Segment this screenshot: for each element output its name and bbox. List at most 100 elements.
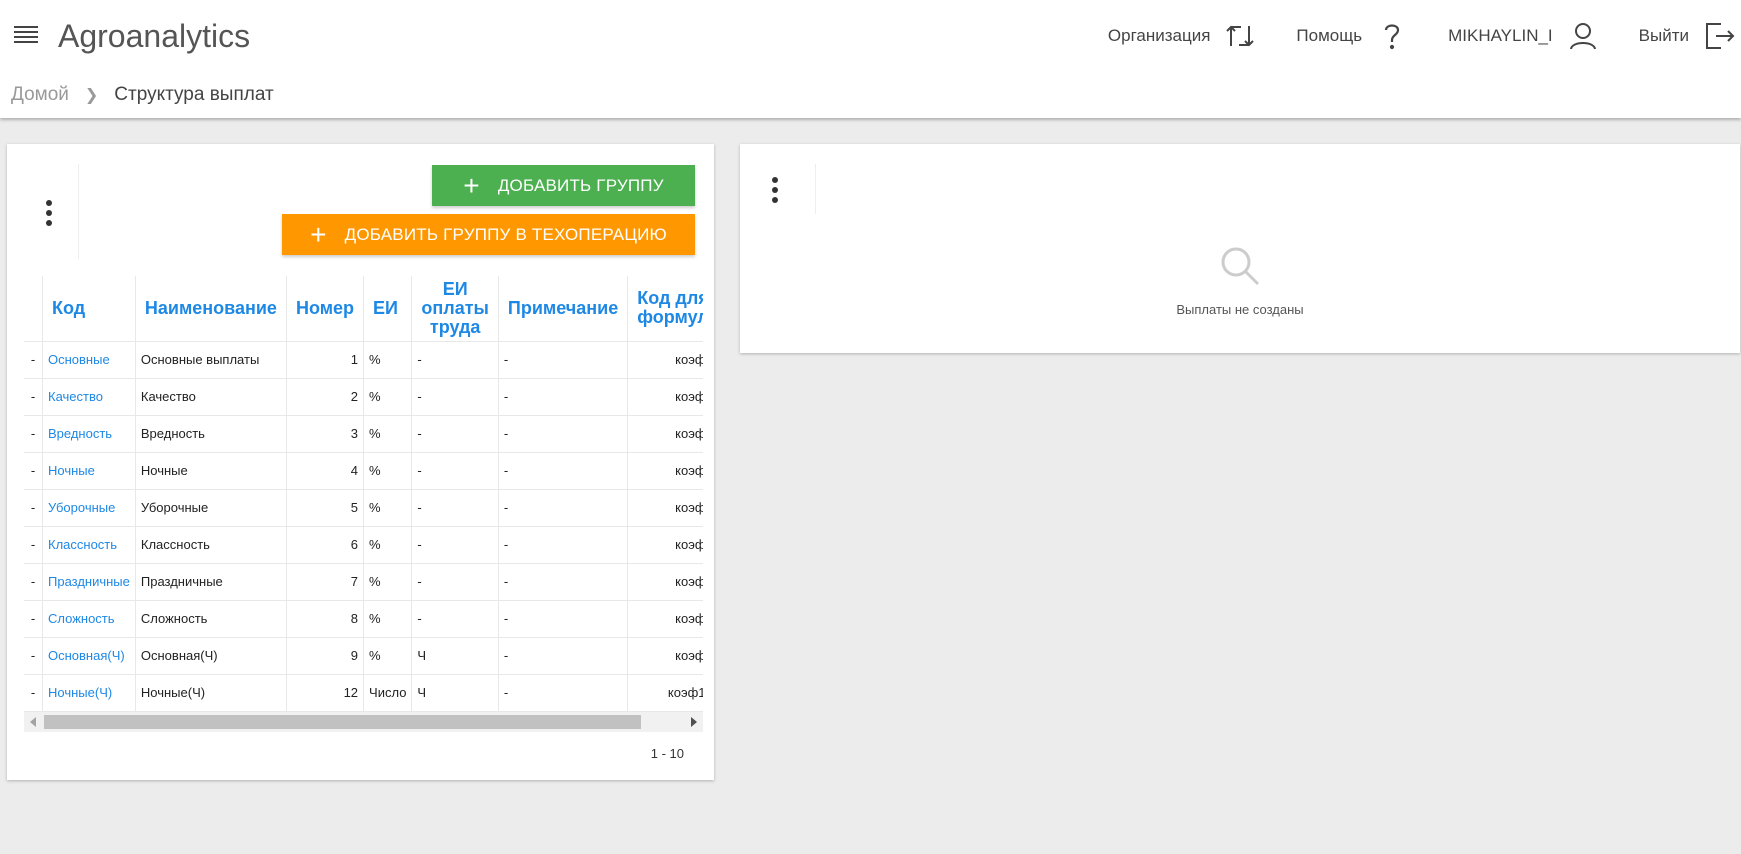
column-header-number[interactable]: Номер — [286, 276, 365, 342]
row-note: - — [498, 674, 629, 712]
row-code-link[interactable]: Сложность — [42, 600, 136, 638]
column-header-pay-unit[interactable]: ЕИ оплаты труда — [411, 276, 499, 342]
chevron-right-icon: ❯ — [84, 87, 99, 104]
row-note: - — [498, 563, 629, 601]
row-code-link[interactable]: Уборочные — [42, 489, 136, 527]
help-link[interactable]: Помощь — [1296, 20, 1408, 52]
row-name: Праздничные — [135, 563, 287, 601]
row-unit: Число — [363, 674, 413, 712]
row-code-link[interactable]: Ночные(Ч) — [42, 674, 136, 712]
table-row[interactable]: -КлассностьКлассность6%--коэф6 — [24, 526, 703, 564]
row-number: 5 — [286, 489, 365, 527]
row-number: 9 — [286, 637, 365, 675]
top-nav: Организация Помощь MIKHAYLIN_I Выйти — [1108, 16, 1741, 56]
user-icon — [1569, 23, 1596, 50]
groups-table-wrapper: Код Наименование Номер ЕИ ЕИ оплаты труд… — [24, 276, 703, 712]
app-title: Agroanalytics — [58, 18, 251, 54]
add-group-techop-button[interactable]: + ДОБАВИТЬ ГРУППУ В ТЕХОПЕРАЦИЮ — [282, 214, 695, 255]
table-row[interactable]: -Основная(Ч)Основная(Ч)9%Ч-коэф9 — [24, 637, 703, 675]
help-label: Помощь — [1296, 26, 1363, 45]
row-code-link[interactable]: Ночные — [42, 452, 136, 490]
breadcrumb-current: Структура выплат — [114, 84, 274, 105]
table-row[interactable]: -НочныеНочные4%--коэф4 — [24, 452, 703, 490]
add-group-button[interactable]: + ДОБАВИТЬ ГРУППУ — [432, 165, 695, 206]
row-number: 4 — [286, 452, 365, 490]
table-row[interactable]: -ОсновныеОсновные выплаты1%--коэф1 — [24, 341, 703, 379]
row-name: Ночные — [135, 452, 287, 490]
column-header-unit[interactable]: ЕИ — [363, 276, 413, 342]
row-code-link[interactable]: Основная(Ч) — [42, 637, 136, 675]
row-pay-unit: Ч — [411, 637, 499, 675]
row-name: Основная(Ч) — [135, 637, 287, 675]
row-pay-unit: Ч — [411, 674, 499, 712]
user-profile[interactable]: MIKHAYLIN_I — [1448, 20, 1599, 52]
row-name: Уборочные — [135, 489, 287, 527]
row-marker: - — [24, 526, 43, 564]
table-row[interactable]: -ПраздничныеПраздничные7%--коэф7 — [24, 563, 703, 601]
row-unit: % — [363, 415, 413, 453]
groups-table: Код Наименование Номер ЕИ ЕИ оплаты труд… — [24, 276, 703, 712]
row-formula-code: коэф4 — [627, 452, 703, 490]
row-note: - — [498, 489, 629, 527]
row-formula-code: коэф3 — [627, 415, 703, 453]
question-icon — [1384, 24, 1400, 50]
row-pay-unit: - — [411, 563, 499, 601]
scroll-right-arrow-icon[interactable] — [691, 717, 697, 727]
row-marker: - — [24, 489, 43, 527]
top-header: Agroanalytics Организация Помощь MIKHAYL… — [0, 0, 1741, 118]
row-number: 3 — [286, 415, 365, 453]
table-header-row: Код Наименование Номер ЕИ ЕИ оплаты труд… — [24, 276, 703, 342]
row-unit: % — [363, 526, 413, 564]
row-name: Вредность — [135, 415, 287, 453]
column-header-name[interactable]: Наименование — [135, 276, 287, 342]
row-unit: % — [363, 489, 413, 527]
row-number: 1 — [286, 341, 365, 379]
row-note: - — [498, 378, 629, 416]
row-pay-unit: - — [411, 415, 499, 453]
row-formula-code: коэф12 — [627, 674, 703, 712]
row-note: - — [498, 415, 629, 453]
row-note: - — [498, 600, 629, 638]
more-vert-icon[interactable] — [765, 177, 785, 207]
scrollbar-thumb[interactable] — [44, 715, 641, 729]
column-header-code[interactable]: Код — [42, 276, 136, 342]
row-unit: % — [363, 452, 413, 490]
row-code-link[interactable]: Классность — [42, 526, 136, 564]
table-row[interactable]: -Ночные(Ч)Ночные(Ч)12ЧислоЧ-коэф12 — [24, 674, 703, 712]
row-note: - — [498, 452, 629, 490]
row-marker: - — [24, 341, 43, 379]
breadcrumb-home[interactable]: Домой — [11, 84, 69, 106]
table-row[interactable]: -ВредностьВредность3%--коэф3 — [24, 415, 703, 453]
add-group-techop-label: ДОБАВИТЬ ГРУППУ В ТЕХОПЕРАЦИЮ — [344, 224, 667, 244]
row-marker: - — [24, 674, 43, 712]
row-note: - — [498, 637, 629, 675]
scroll-left-arrow-icon[interactable] — [30, 717, 36, 727]
row-formula-code: коэф8 — [627, 600, 703, 638]
table-row[interactable]: -УборочныеУборочные5%--коэф5 — [24, 489, 703, 527]
menu-icon[interactable] — [14, 26, 38, 46]
row-note: - — [498, 526, 629, 564]
column-header-formula[interactable]: Код для формул — [627, 276, 703, 342]
more-vert-icon[interactable] — [39, 200, 59, 230]
row-marker: - — [24, 415, 43, 453]
row-code-link[interactable]: Основные — [42, 341, 136, 379]
column-header-note[interactable]: Примечание — [498, 276, 629, 342]
table-row[interactable]: -КачествоКачество2%--коэф2 — [24, 378, 703, 416]
horizontal-scrollbar[interactable] — [24, 712, 703, 732]
username-label: MIKHAYLIN_I — [1448, 26, 1553, 45]
row-unit: % — [363, 378, 413, 416]
search-icon — [740, 245, 1740, 292]
row-formula-code: коэф7 — [627, 563, 703, 601]
organization-switch[interactable]: Организация — [1108, 20, 1257, 52]
logout-link[interactable]: Выйти — [1639, 20, 1735, 52]
row-pay-unit: - — [411, 489, 499, 527]
row-marker: - — [24, 563, 43, 601]
toolbar-divider — [78, 164, 79, 259]
table-row[interactable]: -СложностьСложность8%--коэф8 — [24, 600, 703, 638]
row-code-link[interactable]: Праздничные — [42, 563, 136, 601]
row-code-link[interactable]: Вредность — [42, 415, 136, 453]
row-name: Ночные(Ч) — [135, 674, 287, 712]
row-unit: % — [363, 600, 413, 638]
swap-icon — [1226, 25, 1255, 47]
row-code-link[interactable]: Качество — [42, 378, 136, 416]
